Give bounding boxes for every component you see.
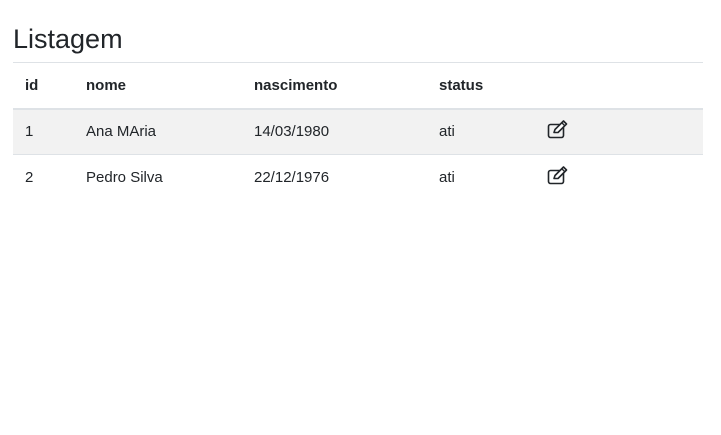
table-body: 1 Ana MAria 14/03/1980 ati 2 Pedro Silva… — [13, 108, 703, 201]
cell-id: 1 — [25, 123, 34, 141]
table-row: 1 Ana MAria 14/03/1980 ati — [13, 108, 703, 155]
column-header-action — [533, 63, 703, 109]
cell-id: 2 — [25, 169, 34, 187]
edit-icon[interactable] — [547, 166, 569, 186]
page-title: Listagem — [13, 24, 123, 54]
table-row: 2 Pedro Silva 22/12/1976 ati — [13, 155, 703, 201]
column-header-nascimento: nascimento — [254, 76, 338, 94]
data-table-container: id nome nascimento status 1 Ana MAria 14… — [13, 62, 703, 201]
column-header-id: id — [25, 76, 39, 94]
table-header: id nome nascimento status — [13, 62, 703, 109]
cell-action — [533, 109, 703, 155]
table-header-row: id nome nascimento status — [13, 62, 703, 109]
cell-nome: Pedro Silva — [86, 169, 163, 187]
edit-icon[interactable] — [547, 120, 569, 140]
cell-status: ati — [439, 123, 455, 141]
data-table: id nome nascimento status 1 Ana MAria 14… — [13, 62, 703, 201]
cell-nascimento: 22/12/1976 — [254, 169, 330, 187]
column-header-nome: nome — [86, 76, 127, 94]
cell-nome: Ana MAria — [86, 123, 157, 141]
cell-action — [533, 155, 703, 201]
cell-status: ati — [439, 169, 455, 187]
cell-nascimento: 14/03/1980 — [254, 123, 330, 141]
column-header-status: status — [439, 76, 484, 94]
